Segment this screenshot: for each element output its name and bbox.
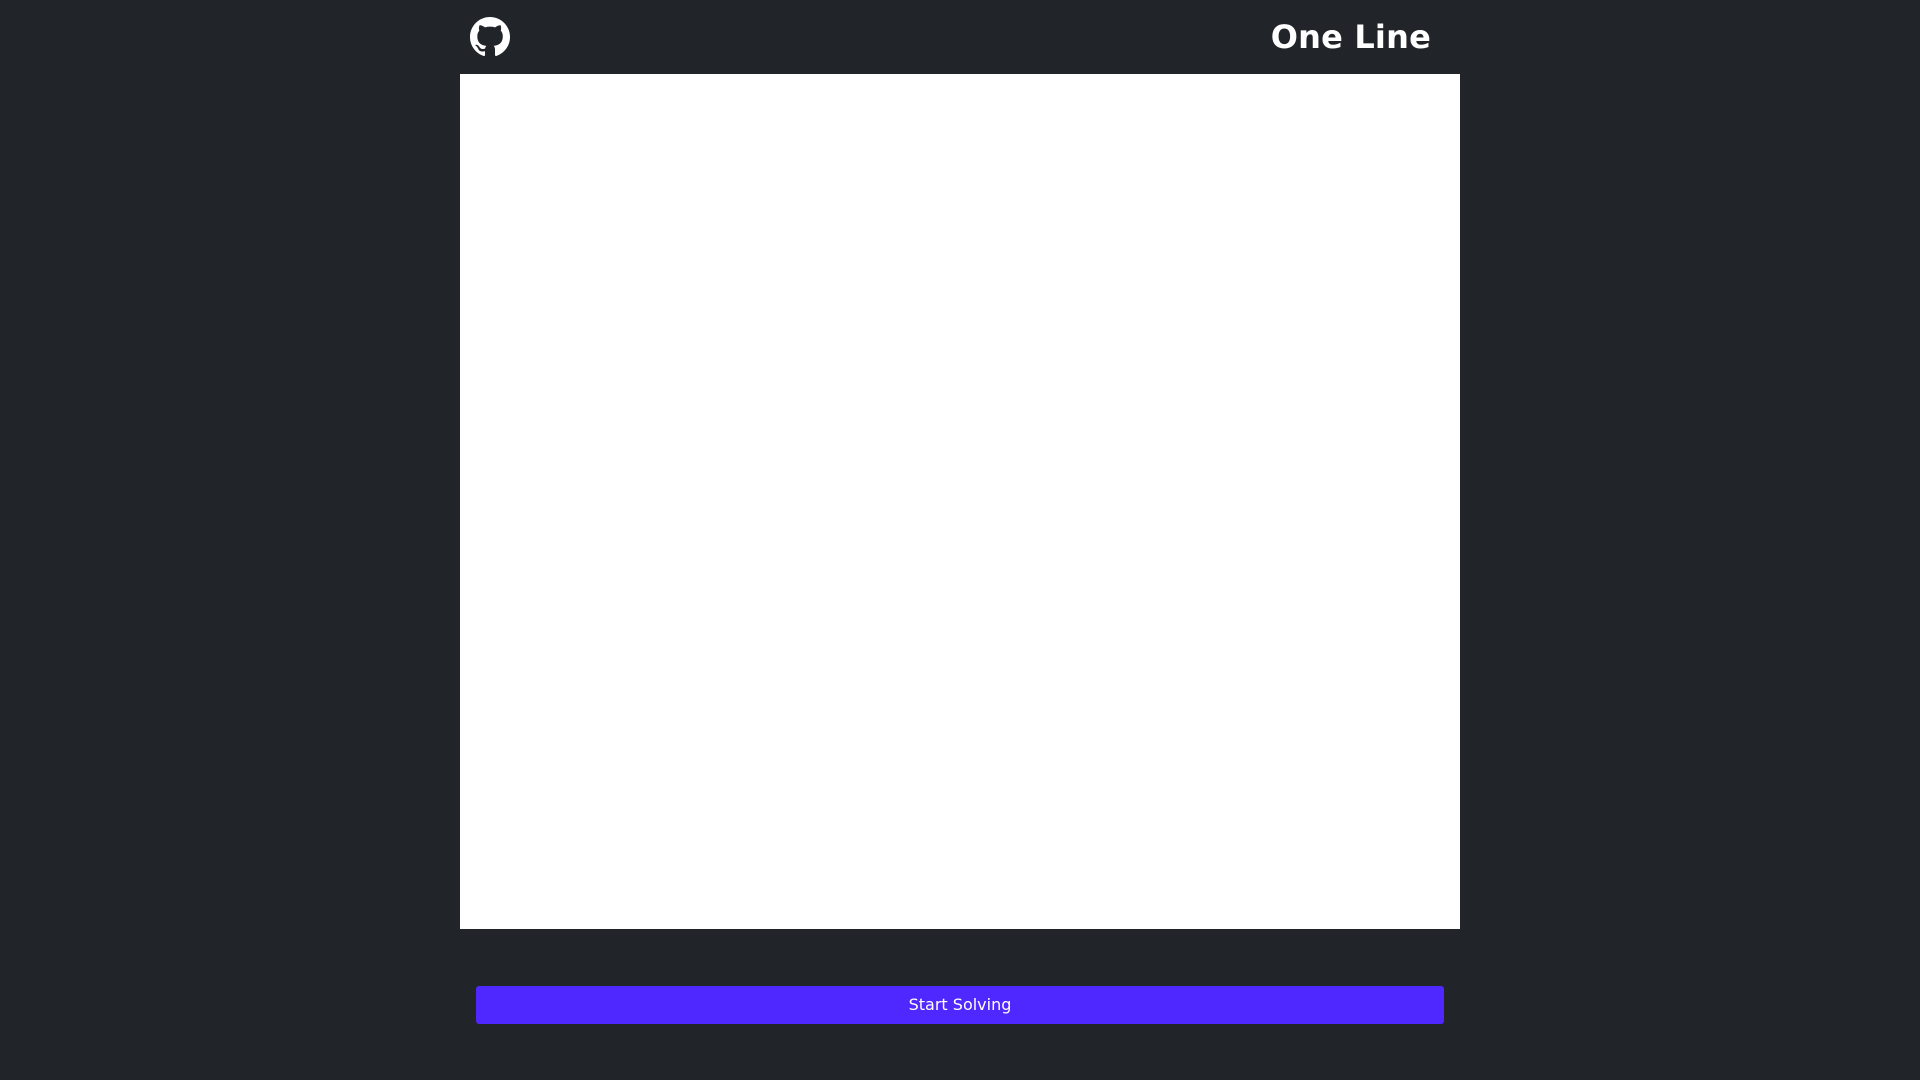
start-solving-button[interactable]: Start Solving bbox=[476, 986, 1444, 1024]
page-title: One Line bbox=[1270, 18, 1431, 56]
github-icon bbox=[470, 17, 510, 57]
puzzle-canvas[interactable] bbox=[460, 74, 1460, 929]
github-link[interactable] bbox=[470, 17, 510, 57]
app-page: One Line Start Solving bbox=[0, 0, 1920, 1080]
header: One Line bbox=[460, 0, 1460, 74]
